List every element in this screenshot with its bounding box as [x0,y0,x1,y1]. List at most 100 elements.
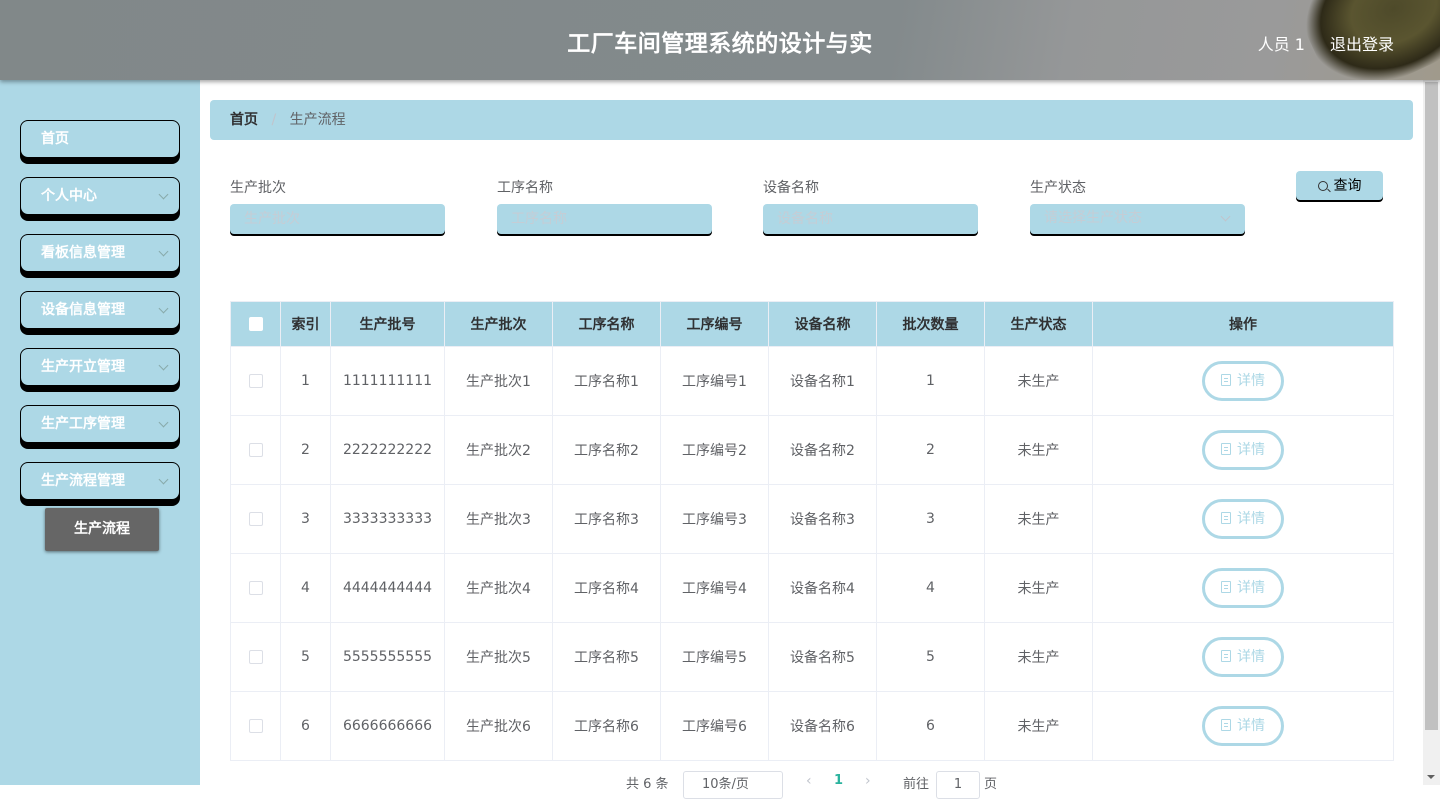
cell-process-name: 工序名称4 [552,553,661,623]
search-icon [1317,181,1328,191]
chevron-down-icon [1220,211,1231,222]
process-name-label: 工序名称 [497,180,553,196]
detail-button[interactable]: 详情 [1202,706,1284,746]
table-row: 5 5555555555 生产批次5 工序名称5 工序编号5 设备名称5 5 未生产 详情 [230,622,1394,692]
chevron-down-icon [158,189,169,200]
column-header: 生产状态 [984,301,1093,347]
detail-button[interactable]: 详情 [1202,637,1284,677]
logout-link[interactable]: 退出登录 [1330,31,1394,55]
submenu-item-production-flow[interactable]: 生产流程 [45,508,159,551]
cell-action: 详情 [1092,415,1394,485]
cell-device: 设备名称2 [768,415,877,485]
row-checkbox[interactable] [248,650,263,664]
page-size-select[interactable]: 10条/页 [683,771,783,799]
goto-page-input[interactable]: 1 [936,771,980,799]
page-number-current[interactable]: 1 [834,773,843,788]
row-checkbox[interactable] [248,443,263,457]
detail-button-label: 详情 [1237,718,1265,734]
table-row: 2 2222222222 生产批次2 工序名称2 工序编号2 设备名称2 2 未生产 详情 [230,415,1394,485]
row-select-cell [230,415,281,485]
table-row: 4 4444444444 生产批次4 工序名称4 工序编号4 设备名称4 4 未生产 详情 [230,553,1394,623]
column-header: 批次数量 [876,301,985,347]
cell-index: 4 [280,553,331,623]
select-all-checkbox[interactable] [248,317,263,331]
chevron-down-icon [158,417,169,428]
column-header: 生产批号 [330,301,445,347]
cell-process-code: 工序编号4 [660,553,769,623]
chevron-down-icon [158,246,169,257]
sidebar: 首页个人中心看板信息管理设备信息管理生产开立管理 生产工序管理生产流程管理 生产流… [0,80,200,785]
cell-process-name: 工序名称6 [552,691,661,761]
goto-label: 前往 [903,777,930,792]
status-select[interactable]: 请选择生产状态 [1030,204,1245,234]
cell-batch: 生产批次2 [444,415,553,485]
device-name-input[interactable] [763,204,978,234]
cell-action: 详情 [1092,691,1394,761]
detail-button[interactable]: 详情 [1202,361,1284,401]
column-header: 工序编号 [660,301,769,347]
sidebar-item-personal-center[interactable]: 个人中心 [20,177,180,215]
column-header: 生产批次 [444,301,553,347]
sidebar-item-production-flow[interactable]: 生产流程管理 [20,462,180,500]
row-checkbox[interactable] [248,581,263,595]
page-scrollbar[interactable] [1423,80,1440,785]
cell-batch-no: 2222222222 [330,415,445,485]
row-checkbox[interactable] [248,719,263,733]
cell-device: 设备名称4 [768,553,877,623]
scroll-down-arrow-icon[interactable] [1427,775,1435,779]
scrollbar-thumb[interactable] [1425,82,1438,730]
prev-page-button[interactable]: ‹ [806,773,812,789]
cell-index: 5 [280,622,331,692]
batch-input[interactable] [230,204,445,234]
chevron-down-icon [158,474,169,485]
cell-qty: 3 [876,484,985,554]
cell-index: 1 [280,346,331,416]
pagination-total: 共 6 条 [626,777,669,792]
process-name-input[interactable] [497,204,712,234]
detail-button-label: 详情 [1237,511,1265,527]
column-header: 设备名称 [768,301,877,347]
cell-device: 设备名称5 [768,622,877,692]
cell-device: 设备名称6 [768,691,877,761]
column-header: 索引 [280,301,331,347]
sidebar-item-label: 看板信息管理 [41,245,125,261]
cell-process-code: 工序编号5 [660,622,769,692]
table-row: 6 6666666666 生产批次6 工序名称6 工序编号6 设备名称6 6 未生产 详情 [230,691,1394,761]
cell-batch: 生产批次5 [444,622,553,692]
sidebar-item-production-order[interactable]: 生产开立管理 [20,348,180,386]
cell-status: 未生产 [984,415,1093,485]
detail-button[interactable]: 详情 [1202,568,1284,608]
status-label: 生产状态 [1030,180,1086,196]
detail-button[interactable]: 详情 [1202,499,1284,539]
row-checkbox[interactable] [248,512,263,526]
breadcrumb-current: 生产流程 [289,112,346,128]
sidebar-item-device-info[interactable]: 设备信息管理 [20,291,180,329]
detail-button-label: 详情 [1237,373,1265,389]
breadcrumb-home[interactable]: 首页 [230,112,258,128]
breadcrumb: 首页 / 生产流程 [210,100,1413,140]
sidebar-item-label: 生产开立管理 [41,359,125,375]
cell-qty: 6 [876,691,985,761]
table-header-row: 索引 生产批号 生产批次 工序名称 工序编号 设备名称 批次数量 生产状态 操作 [230,301,1394,347]
detail-button[interactable]: 详情 [1202,430,1284,470]
cell-device: 设备名称1 [768,346,877,416]
sidebar-item-production-process[interactable]: 生产工序管理 [20,405,180,443]
cell-batch: 生产批次1 [444,346,553,416]
cell-batch-no: 5555555555 [330,622,445,692]
sidebar-item-label: 生产工序管理 [41,416,125,432]
document-icon [1221,512,1231,524]
cell-batch-no: 1111111111 [330,346,445,416]
cell-batch-no: 3333333333 [330,484,445,554]
sidebar-item-home[interactable]: 首页 [20,120,180,158]
chevron-down-icon [158,303,169,314]
sidebar-item-dashboard-info[interactable]: 看板信息管理 [20,234,180,272]
row-checkbox[interactable] [248,374,263,388]
search-button[interactable]: 查询 [1296,171,1383,200]
next-page-button[interactable]: › [865,773,871,789]
device-name-label: 设备名称 [763,180,819,196]
app-header: 工厂车间管理系统的设计与实 人员 1 退出登录 [0,0,1440,80]
goto-suffix: 页 [984,777,998,792]
cell-process-code: 工序编号1 [660,346,769,416]
cell-qty: 1 [876,346,985,416]
row-select-cell [230,553,281,623]
